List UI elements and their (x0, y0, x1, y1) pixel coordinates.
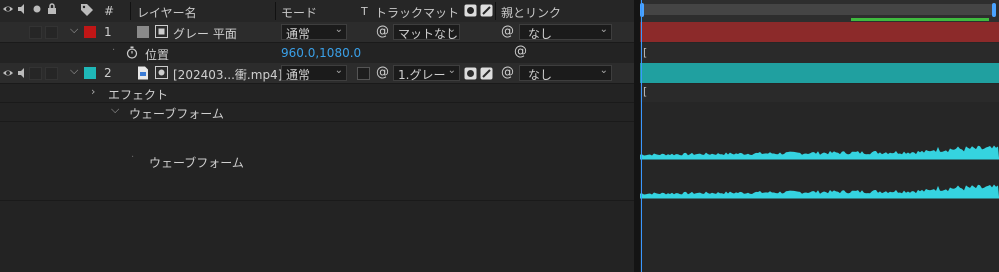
chevron-down-icon: ⌄ (447, 24, 456, 35)
column-mode[interactable]: モード (281, 4, 317, 21)
label-tag-icon[interactable] (80, 3, 94, 19)
matte-invert-icon (480, 4, 493, 20)
layer-row-2[interactable]: ⌵ 2 [202403...衝.mp4] 通常 ⌄ @ 1.グレー ⌄ @ なし… (0, 63, 634, 84)
position-value[interactable]: 960.0,1080.0 (281, 46, 361, 60)
waveform-baseline (640, 197, 999, 199)
work-area-end-handle[interactable] (992, 3, 996, 17)
matte-link-icon[interactable]: @ (376, 24, 389, 39)
column-track-matte[interactable]: トラックマット (375, 4, 459, 21)
work-area-bar[interactable] (643, 4, 993, 15)
layer-number: 2 (104, 66, 112, 80)
matte-mask-icon (464, 4, 477, 20)
waveform-baseline (640, 158, 999, 160)
mode-dropdown[interactable]: 通常 ⌄ (281, 24, 347, 41)
layer-1-duration-bar[interactable] (640, 22, 999, 42)
current-time-indicator[interactable] (641, 0, 642, 272)
lock-icon[interactable] (46, 2, 58, 18)
layer-panel: # レイヤー名 モード T トラックマット 親とリンク ⌵ 1 グレー 平面 通… (0, 0, 634, 272)
mode-dropdown[interactable]: 通常 ⌄ (281, 65, 347, 82)
chevron-down-icon: ⌄ (334, 24, 343, 35)
column-header: # レイヤー名 モード T トラックマット 親とリンク (0, 0, 634, 23)
keyframe-bracket-icon: [ (643, 46, 648, 59)
waveform-item-label: ウェーブフォーム (149, 156, 244, 170)
chevron-down-icon: ⌄ (447, 65, 456, 76)
time-ruler[interactable] (640, 0, 999, 22)
lock-toggle[interactable] (45, 67, 58, 80)
layer-2-duration-bar[interactable] (640, 63, 999, 83)
render-progress-bar (851, 18, 989, 21)
eye-icon[interactable] (2, 67, 14, 82)
matte-invert-icon[interactable] (480, 67, 493, 83)
track-matte-dropdown[interactable]: 1.グレー ⌄ (393, 65, 460, 82)
waveform-item-row: · ウェーブフォーム (0, 122, 634, 201)
chevron-right-icon[interactable]: › (91, 85, 95, 98)
waveform-channel (640, 145, 999, 158)
bullet-icon: · (131, 152, 135, 163)
solo-icon[interactable] (31, 3, 43, 18)
waveform-group-label: ウェーブフォーム (129, 107, 224, 121)
bullet-icon: · (112, 45, 116, 56)
chevron-down-icon: ⌄ (599, 24, 608, 35)
chevron-down-icon: ⌄ (334, 65, 343, 76)
file-icon (137, 66, 149, 83)
column-parent-link[interactable]: 親とリンク (501, 4, 561, 21)
effect-group-label: エフェクト (108, 88, 169, 102)
effect-group-row[interactable]: › エフェクト (0, 84, 634, 103)
parent-dropdown[interactable]: なし ⌄ (519, 65, 612, 82)
layer-name[interactable]: [202403...衝.mp4] (173, 66, 282, 83)
chevron-down-icon[interactable]: ⌵ (111, 103, 119, 117)
matte-mask-icon[interactable] (464, 67, 477, 83)
pickwhip-icon[interactable]: @ (501, 24, 514, 39)
mask-layer-icon (155, 25, 168, 41)
column-separator (130, 2, 131, 20)
column-separator (275, 2, 276, 20)
solo-toggle[interactable] (29, 26, 42, 39)
column-separator (495, 2, 496, 20)
parent-dropdown[interactable]: なし ⌄ (519, 24, 612, 41)
waveform-channel (640, 184, 999, 197)
column-layer-name[interactable]: レイヤー名 (137, 4, 197, 21)
matte-link-icon[interactable]: @ (376, 65, 389, 80)
chevron-down-icon[interactable]: ⌵ (70, 64, 78, 78)
track-matte-dropdown[interactable]: マットなし ⌄ (393, 24, 460, 41)
position-track: [ (640, 43, 999, 63)
solid-source-icon (137, 26, 149, 38)
timeline-panel[interactable]: [ [ (640, 0, 999, 272)
layer-name[interactable]: グレー 平面 (173, 25, 237, 42)
effect-track: [ (640, 84, 999, 102)
audio-waveform-track (640, 122, 999, 200)
chevron-down-icon: ⌄ (599, 65, 608, 76)
pickwhip-icon[interactable]: @ (501, 65, 514, 80)
empty-timeline-area (640, 200, 999, 272)
lock-toggle[interactable] (45, 26, 58, 39)
property-name: 位置 (145, 48, 170, 62)
layer-row-1[interactable]: ⌵ 1 グレー 平面 通常 ⌄ @ マットなし ⌄ @ なし ⌄ (0, 22, 634, 43)
property-row-position: · 位置 960.0,1080.0 @ (0, 43, 634, 64)
audio-waveform-graphic (640, 145, 999, 199)
solo-toggle[interactable] (29, 67, 42, 80)
audio-icon[interactable] (16, 3, 28, 18)
waveform-group-row[interactable]: ⌵ ウェーブフォーム (0, 103, 634, 122)
expression-pickwhip-icon[interactable]: @ (514, 44, 527, 59)
column-t: T (361, 5, 368, 18)
preserve-transparency-toggle[interactable] (357, 67, 370, 80)
waveform-group-track (640, 103, 999, 121)
audio-icon[interactable] (16, 67, 28, 82)
label-color-swatch[interactable] (84, 26, 96, 38)
layer-number: 1 (104, 25, 112, 39)
mask-layer-icon (155, 66, 168, 82)
stopwatch-icon[interactable] (126, 46, 138, 62)
eye-icon[interactable] (2, 3, 14, 18)
chevron-down-icon[interactable]: ⌵ (70, 23, 78, 37)
label-color-swatch[interactable] (84, 67, 96, 79)
keyframe-bracket-icon: [ (643, 85, 648, 98)
column-number: # (104, 4, 115, 18)
